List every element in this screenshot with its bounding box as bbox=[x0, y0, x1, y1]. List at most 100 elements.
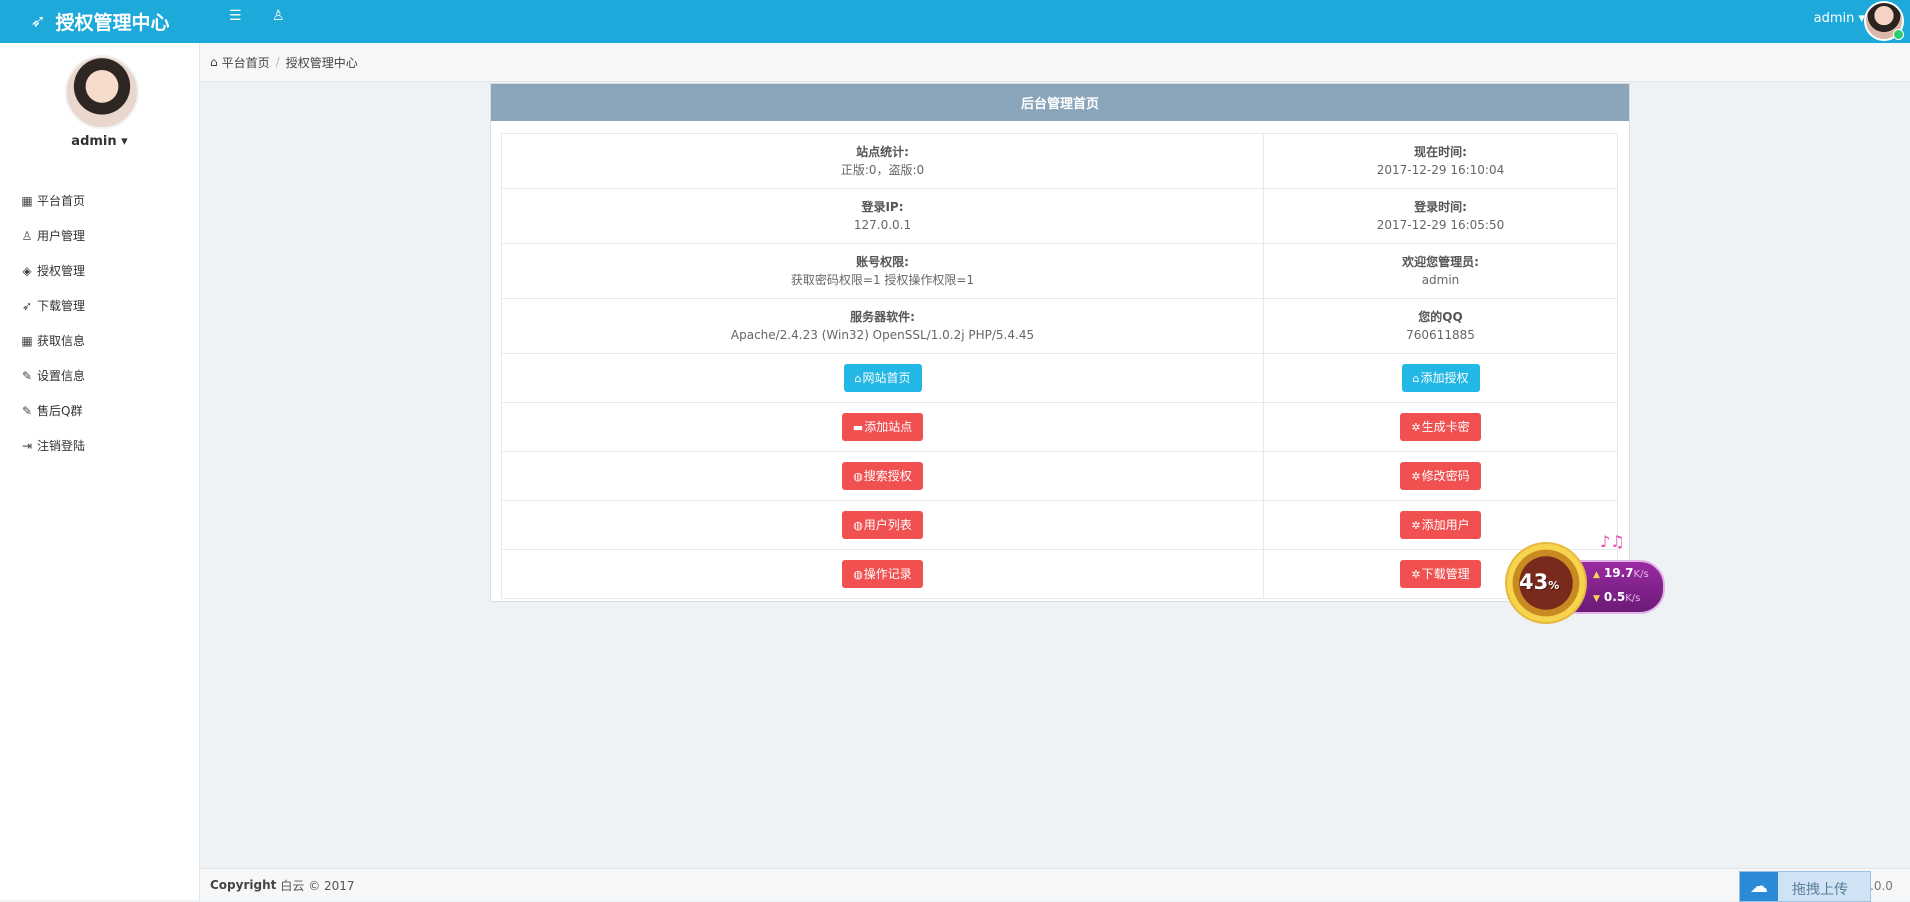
action-button[interactable]: ◍操作记录 bbox=[842, 560, 923, 588]
grid-icon: ▦ bbox=[21, 193, 33, 208]
table-row: 登录IP: 127.0.0.1 登录时间: 2017-12-29 16:05:50 bbox=[501, 188, 1618, 244]
action-button-label: 网站首页 bbox=[862, 371, 911, 385]
footer: Copyright 白云 © 2017 bbox=[200, 868, 1910, 901]
gear-icon: ✲ bbox=[1411, 421, 1421, 434]
sidebar-menu: ▦ 平台首页 ♙ 用户管理 ◈ 授权管理 ➶ 下载管理 ▦ 获取信息 ✎ 设置信息 ✎ 售后Q群 ⇥ 注销登陆 bbox=[0, 183, 199, 463]
button-row: ⌂网站首页 ⌂添加授权 bbox=[501, 353, 1618, 403]
info-value: admin bbox=[1421, 273, 1460, 287]
action-button[interactable]: ✲下载管理 bbox=[1400, 560, 1481, 588]
sidebar-item-label: 获取信息 bbox=[37, 334, 86, 348]
online-status-dot bbox=[1893, 29, 1904, 40]
sidebar-item-2[interactable]: ◈ 授权管理 bbox=[0, 253, 199, 288]
breadcrumb: ⌂ 平台首页 / 授权管理中心 bbox=[200, 43, 1910, 82]
info-value: Apache/2.4.23 (Win32) OpenSSL/1.0.2j PHP… bbox=[730, 328, 1035, 342]
sidebar-item-label: 下载管理 bbox=[37, 299, 86, 313]
sidebar-item-7[interactable]: ⇥ 注销登陆 bbox=[0, 428, 199, 463]
action-button-label: 添加用户 bbox=[1421, 518, 1470, 532]
logout-icon: ⇥ bbox=[21, 438, 33, 453]
info-cell: 现在时间: 2017-12-29 16:10:04 bbox=[1263, 133, 1618, 189]
app-title: 授权管理中心 bbox=[55, 12, 170, 34]
button-cell: ✲生成卡密 bbox=[1263, 402, 1618, 452]
info-value: 2017-12-29 16:10:04 bbox=[1376, 163, 1505, 177]
app-brand[interactable]: ➶ 授权管理中心 bbox=[0, 0, 200, 43]
action-button[interactable]: ✲修改密码 bbox=[1400, 462, 1481, 490]
action-button[interactable]: ⌂网站首页 bbox=[843, 364, 922, 392]
sidebar-item-5[interactable]: ✎ 设置信息 bbox=[0, 358, 199, 393]
action-button[interactable]: ✲生成卡密 bbox=[1400, 413, 1481, 441]
button-cell: ▬添加站点 bbox=[501, 402, 1264, 452]
sidebar: admin ▾ ▦ 平台首页 ♙ 用户管理 ◈ 授权管理 ➶ 下载管理 ▦ 获取信息 ✎ 设置信息 ✎ 售… bbox=[0, 43, 200, 900]
info-label: 现在时间: bbox=[1414, 145, 1467, 159]
menu-list-icon[interactable]: ☰ bbox=[229, 8, 242, 24]
info-cell: 账号权限: 获取密码权限=1 授权操作权限=1 bbox=[501, 243, 1264, 299]
grid-icon: ▦ bbox=[21, 333, 33, 348]
info-table: 站点统计: 正版:0，盗版:0 现在时间: 2017-12-29 16:10:04 登录… bbox=[501, 133, 1618, 599]
info-value: 获取密码权限=1 授权操作权限=1 bbox=[790, 273, 975, 287]
network-speed-widget[interactable]: 43% ▲ 19.7K/s ▼ 0.5K/s ♪♫ bbox=[1505, 532, 1665, 627]
sidebar-item-1[interactable]: ♙ 用户管理 bbox=[0, 218, 199, 253]
info-label: 欢迎您管理员: bbox=[1402, 255, 1479, 269]
sidebar-avatar[interactable] bbox=[65, 55, 139, 129]
sidebar-username-dropdown[interactable]: admin ▾ bbox=[0, 134, 199, 149]
action-button[interactable]: ◍搜索授权 bbox=[842, 462, 923, 490]
action-button-label: 用户列表 bbox=[863, 518, 912, 532]
sidebar-item-label: 授权管理 bbox=[37, 264, 86, 278]
sidebar-item-label: 设置信息 bbox=[37, 369, 86, 383]
folder-icon: ▬ bbox=[852, 421, 864, 434]
action-button[interactable]: ✲添加用户 bbox=[1400, 511, 1481, 539]
table-row: 服务器软件: Apache/2.4.23 (Win32) OpenSSL/1.0.… bbox=[501, 298, 1618, 354]
user-icon[interactable]: ♙ bbox=[272, 8, 285, 24]
action-button-label: 生成卡密 bbox=[1421, 420, 1470, 434]
info-label: 站点统计: bbox=[856, 145, 909, 159]
footer-tail-text: .0.0 bbox=[1870, 879, 1893, 893]
memory-percent: 43% bbox=[1519, 570, 1560, 594]
sidebar-item-3[interactable]: ➶ 下载管理 bbox=[0, 288, 199, 323]
edit-icon: ✎ bbox=[21, 368, 33, 383]
action-button-label: 修改密码 bbox=[1421, 469, 1470, 483]
info-cell: 服务器软件: Apache/2.4.23 (Win32) OpenSSL/1.0.… bbox=[501, 298, 1264, 354]
home-icon: ⌂ bbox=[210, 55, 218, 69]
breadcrumb-home-link[interactable]: 平台首页 bbox=[222, 54, 270, 71]
sidebar-item-6[interactable]: ✎ 售后Q群 bbox=[0, 393, 199, 428]
action-button-label: 添加授权 bbox=[1420, 371, 1469, 385]
user-dropdown[interactable]: admin ▾ bbox=[1814, 11, 1865, 26]
upload-speed: ▲ 19.7K/s bbox=[1593, 566, 1649, 580]
download-speed: ▼ 0.5K/s bbox=[1593, 590, 1641, 604]
avatar[interactable] bbox=[1864, 1, 1904, 41]
info-label: 您的QQ bbox=[1418, 310, 1463, 324]
info-label: 登录IP: bbox=[861, 200, 904, 214]
info-label: 账号权限: bbox=[856, 255, 909, 269]
globe-icon: ◍ bbox=[853, 470, 863, 483]
button-cell: ⌂网站首页 bbox=[501, 353, 1264, 403]
footer-copyright-text: 白云 © 2017 bbox=[280, 878, 355, 893]
drag-upload-label: 拖拽上传 bbox=[1792, 882, 1848, 898]
breadcrumb-separator: / bbox=[275, 55, 280, 69]
gear-icon: ✲ bbox=[1411, 519, 1421, 532]
info-value: 正版:0，盗版:0 bbox=[840, 163, 925, 177]
button-cell: ⌂添加授权 bbox=[1263, 353, 1618, 403]
sidebar-item-label: 平台首页 bbox=[37, 194, 86, 208]
action-button-label: 搜索授权 bbox=[863, 469, 912, 483]
drag-upload-widget[interactable]: ☁ 拖拽上传 bbox=[1739, 871, 1871, 902]
info-cell: 登录时间: 2017-12-29 16:05:50 bbox=[1263, 188, 1618, 244]
info-value: 760611885 bbox=[1406, 328, 1475, 342]
sidebar-item-label: 售后Q群 bbox=[37, 404, 83, 418]
sidebar-item-label: 注销登陆 bbox=[37, 439, 86, 453]
rocket-icon: ➶ bbox=[21, 298, 33, 313]
action-button[interactable]: ⌂添加授权 bbox=[1401, 364, 1480, 392]
sidebar-item-label: 用户管理 bbox=[37, 229, 86, 243]
gear-icon: ✲ bbox=[1411, 470, 1421, 483]
action-button[interactable]: ▬添加站点 bbox=[841, 413, 924, 441]
music-notes-icon: ♪♫ bbox=[1600, 532, 1625, 551]
edit-icon: ✎ bbox=[21, 403, 33, 418]
action-button-label: 添加站点 bbox=[864, 420, 913, 434]
button-cell: ◍用户列表 bbox=[501, 500, 1264, 550]
footer-copyright-label: Copyright bbox=[210, 878, 277, 892]
layers-icon: ◈ bbox=[22, 263, 32, 278]
table-row: 站点统计: 正版:0，盗版:0 现在时间: 2017-12-29 16:10:04 bbox=[501, 133, 1618, 189]
info-value: 2017-12-29 16:05:50 bbox=[1376, 218, 1505, 232]
action-button[interactable]: ◍用户列表 bbox=[842, 511, 923, 539]
sidebar-item-4[interactable]: ▦ 获取信息 bbox=[0, 323, 199, 358]
sidebar-item-0[interactable]: ▦ 平台首页 bbox=[0, 183, 199, 218]
top-navbar: ➶ 授权管理中心 ☰ ♙ admin ▾ bbox=[0, 0, 1910, 43]
